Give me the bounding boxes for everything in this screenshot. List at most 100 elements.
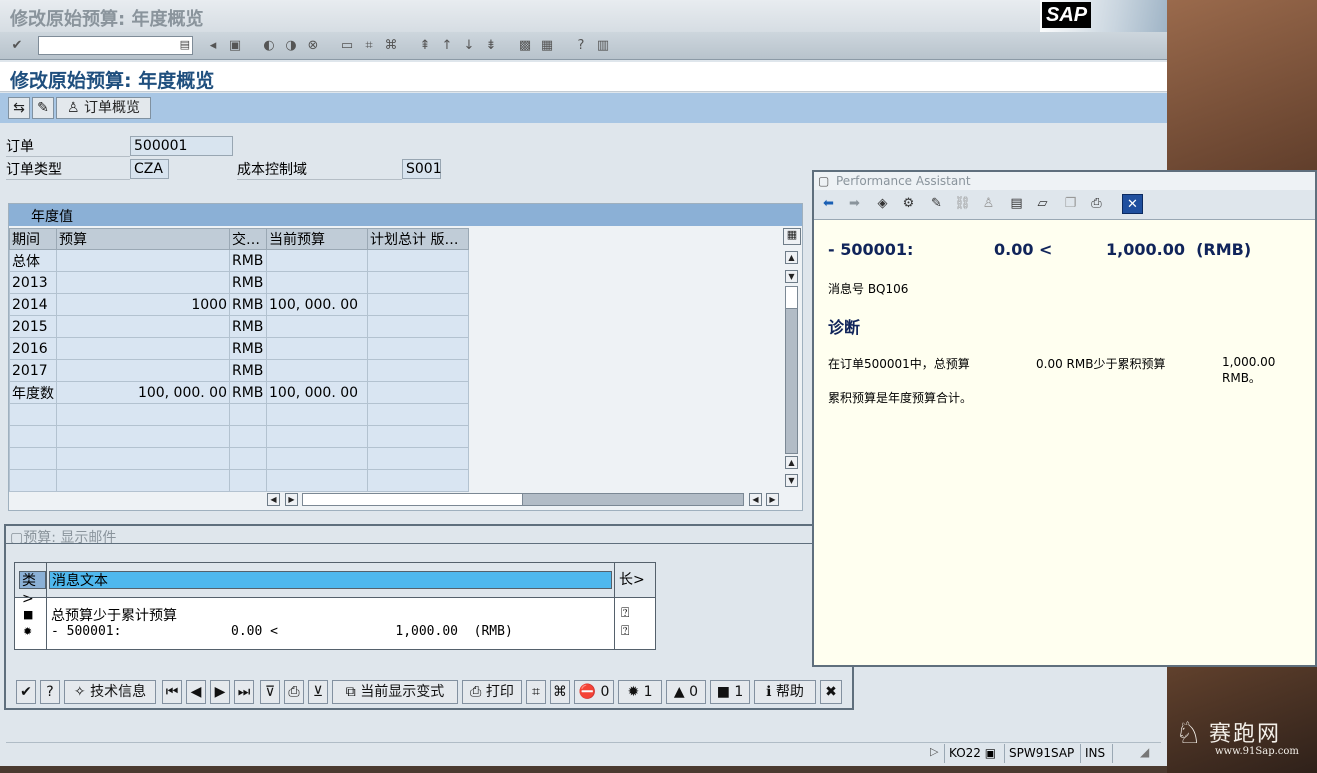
order-field[interactable]: 500001 (130, 136, 233, 156)
enter-icon[interactable]: ✔ (8, 37, 26, 55)
command-history-icon[interactable]: ▤ (180, 38, 190, 51)
table-cell[interactable] (56, 315, 230, 338)
col-current-budget[interactable]: 当前预算 (266, 228, 368, 250)
layout-icon[interactable]: ▥ (594, 37, 612, 55)
scroll-left-button[interactable]: ◀ (267, 493, 280, 506)
table-cell[interactable]: 1000 (56, 293, 230, 316)
table-cell[interactable]: 100, 000. 00 (266, 381, 368, 404)
help-icon-button[interactable]: ? (40, 680, 60, 704)
scroll-up-button[interactable]: ▲ (785, 251, 798, 264)
close-icon[interactable]: ✕ (1122, 194, 1143, 214)
warning-filter-button[interactable]: ▲ 0 (666, 680, 706, 704)
find-next-button[interactable]: ⌘ (550, 680, 570, 704)
next-message-button[interactable]: ▶ (210, 680, 230, 704)
table-cell[interactable] (367, 337, 469, 360)
help-button[interactable]: ℹ 帮助 (754, 680, 816, 704)
scroll-left-button-2[interactable]: ◀ (749, 493, 762, 506)
edit-icon[interactable]: ✎ (926, 194, 947, 214)
horizontal-scrollbar-track[interactable] (302, 493, 744, 506)
display-change-button[interactable]: ⇆ (8, 97, 30, 119)
horizontal-scrollbar-thumb[interactable] (303, 494, 523, 505)
order-overview-button[interactable]: ♙ 订单概览 (56, 97, 151, 119)
table-cell[interactable] (367, 403, 469, 426)
table-cell[interactable] (266, 337, 368, 360)
info-filter-button[interactable]: ■ 1 (710, 680, 750, 704)
col-text-header[interactable]: 消息文本 (49, 571, 612, 589)
print-small-button[interactable]: ⎙ (284, 680, 304, 704)
print-icon[interactable]: ⎙ (1086, 194, 1107, 214)
table-cell[interactable] (56, 271, 230, 294)
message-row-2-text[interactable]: - 500001: 0.00 < 1,000.00 (RMB) (51, 624, 513, 639)
col-plan-total[interactable]: 计划总计 版… (367, 228, 469, 250)
col-currency[interactable]: 交… (229, 228, 267, 250)
col-budget[interactable]: 预算 (56, 228, 230, 250)
table-cell[interactable] (56, 403, 230, 426)
first-page-icon[interactable]: ⇞ (416, 37, 434, 55)
last-page-icon[interactable]: ⇟ (482, 37, 500, 55)
table-cell[interactable] (56, 447, 230, 470)
stop-filter-button[interactable]: ⛔ 0 (574, 680, 614, 704)
help-icon[interactable]: ? (572, 37, 590, 55)
table-cell[interactable] (266, 469, 368, 492)
edit-button[interactable]: ✎ (32, 97, 54, 119)
table-cell[interactable]: 100, 000. 00 (56, 381, 230, 404)
co-area-field[interactable]: S001 (402, 159, 442, 179)
book-icon[interactable]: ◈ (872, 194, 893, 214)
table-cell[interactable] (56, 249, 230, 272)
vertical-scrollbar-thumb[interactable] (786, 287, 797, 309)
back-icon[interactable]: ◐ (260, 37, 278, 55)
table-cell[interactable] (266, 249, 368, 272)
table-cell[interactable] (367, 249, 469, 272)
table-cell[interactable] (56, 469, 230, 492)
table-cell[interactable] (56, 359, 230, 382)
print-button[interactable]: ⎙ 打印 (462, 680, 522, 704)
technical-info-icon[interactable]: ⚙ (898, 194, 919, 214)
find-button[interactable]: ⌗ (526, 680, 546, 704)
table-cell[interactable] (266, 447, 368, 470)
table-cell[interactable] (367, 447, 469, 470)
table-cell[interactable] (367, 469, 469, 492)
back-arrow-icon[interactable]: ⬅ (818, 194, 839, 214)
forward-arrow-icon[interactable]: ➡ (844, 194, 865, 214)
current-variant-button[interactable]: ⧉ 当前显示变式 (332, 680, 458, 704)
table-cell[interactable] (266, 315, 368, 338)
prev-page-icon[interactable]: ↑ (438, 37, 456, 55)
print-icon[interactable]: ▭ (338, 37, 356, 55)
col-long-header[interactable]: 长> (617, 571, 653, 589)
order-type-field[interactable]: CZA (130, 159, 169, 179)
cancel-icon[interactable]: ⊗ (304, 37, 322, 55)
message-row-1-text[interactable]: 总预算少于累计预算 (51, 605, 177, 625)
first-message-button[interactable]: ⏮ (162, 680, 182, 704)
error-filter-button[interactable]: ✹ 1 (618, 680, 662, 704)
table-icon[interactable]: ▤ (1006, 194, 1027, 214)
tech-info-button[interactable]: ✧ 技术信息 (64, 680, 156, 704)
table-cell[interactable] (367, 315, 469, 338)
col-type-header[interactable]: 类> (19, 571, 46, 607)
last-message-button[interactable]: ⏭ (234, 680, 254, 704)
table-cell[interactable] (266, 425, 368, 448)
status-mode[interactable]: INS (1080, 744, 1110, 763)
command-field[interactable]: ▤ (38, 36, 193, 55)
status-expand-icon[interactable]: ▷ (930, 745, 938, 758)
table-settings-icon[interactable]: ▦ (783, 228, 801, 245)
table-cell[interactable] (56, 425, 230, 448)
table-cell[interactable]: 100, 000. 00 (266, 293, 368, 316)
find-icon[interactable]: ⌗ (360, 37, 378, 55)
scroll-down-button[interactable]: ▼ (785, 270, 798, 283)
link-icon[interactable]: ⛓ (952, 194, 973, 214)
long-text-icon-2[interactable]: ⍰ (621, 623, 629, 639)
copy-icon[interactable]: ❐ (1060, 194, 1081, 214)
table-cell[interactable] (266, 403, 368, 426)
table-cell[interactable] (367, 271, 469, 294)
vertical-scrollbar-track[interactable] (785, 286, 798, 454)
shortcut-icon[interactable]: ▦ (538, 37, 556, 55)
filter2-button[interactable]: ⊻ (308, 680, 328, 704)
doc-icon[interactable]: ▱ (1032, 194, 1053, 214)
col-period[interactable]: 期间 (9, 228, 57, 250)
resize-grip-icon[interactable]: ◢ (1140, 745, 1149, 759)
find-next-icon[interactable]: ⌘ (382, 37, 400, 55)
close-button[interactable]: ✖ (820, 680, 842, 704)
new-session-icon[interactable]: ▩ (516, 37, 534, 55)
exit-icon[interactable]: ◑ (282, 37, 300, 55)
person-icon[interactable]: ♙ (978, 194, 999, 214)
